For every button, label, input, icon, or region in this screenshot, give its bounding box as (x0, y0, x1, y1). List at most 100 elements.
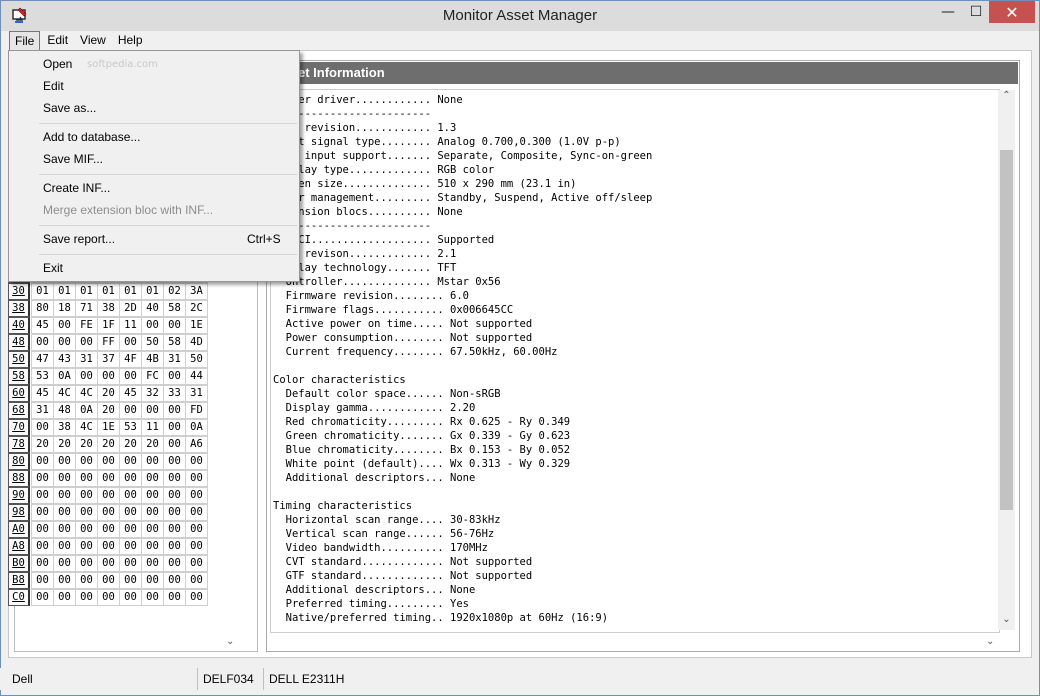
hex-cell[interactable]: 3A (185, 283, 208, 300)
hex-cell[interactable]: 53 (119, 419, 142, 436)
hex-cell[interactable]: 00 (75, 521, 98, 538)
hex-cell[interactable]: 00 (119, 555, 142, 572)
hex-cell[interactable]: 48 (53, 402, 76, 419)
hex-cell[interactable]: 00 (97, 470, 120, 487)
hex-cell[interactable]: 4D (185, 334, 208, 351)
hex-cell[interactable]: 00 (97, 572, 120, 589)
hex-cell[interactable]: 45 (31, 317, 54, 334)
hex-cell[interactable]: 00 (75, 572, 98, 589)
hex-cell[interactable]: 71 (75, 300, 98, 317)
hex-cell[interactable]: 20 (141, 436, 164, 453)
hex-cell[interactable]: 0A (185, 419, 208, 436)
hex-address[interactable]: 98 (8, 504, 30, 521)
hex-cell[interactable]: 00 (75, 470, 98, 487)
hex-cell[interactable]: 00 (141, 453, 164, 470)
hex-cell[interactable]: 00 (163, 504, 186, 521)
hex-cell[interactable]: FD (185, 402, 208, 419)
hex-cell[interactable]: 01 (97, 283, 120, 300)
hex-cell[interactable]: 0A (75, 402, 98, 419)
hex-cell[interactable]: 00 (141, 555, 164, 572)
info-vertical-scrollbar[interactable]: ⌃ ⌄ (998, 90, 1015, 630)
menu-help[interactable]: Help (113, 31, 148, 51)
hex-cell[interactable]: 40 (141, 300, 164, 317)
hex-cell[interactable]: 00 (163, 470, 186, 487)
hex-address[interactable]: 90 (8, 487, 30, 504)
hex-address[interactable]: 88 (8, 470, 30, 487)
scroll-up-icon[interactable]: ⌃ (998, 90, 1015, 106)
hex-cell[interactable]: 00 (31, 538, 54, 555)
hex-cell[interactable]: 00 (31, 572, 54, 589)
hex-cell[interactable]: 01 (31, 283, 54, 300)
hex-cell[interactable]: 00 (97, 538, 120, 555)
hex-cell[interactable]: 00 (163, 538, 186, 555)
hex-cell[interactable]: 80 (31, 300, 54, 317)
hex-cell[interactable]: 00 (185, 504, 208, 521)
hex-cell[interactable]: 00 (163, 589, 186, 606)
menu-item-exit[interactable]: Exit (43, 259, 63, 277)
menu-item-create-inf[interactable]: Create INF... (43, 179, 110, 197)
hex-cell[interactable]: 00 (163, 555, 186, 572)
hex-cell[interactable]: 01 (141, 283, 164, 300)
hex-cell[interactable]: 00 (141, 572, 164, 589)
hex-cell[interactable]: 45 (119, 385, 142, 402)
hex-cell[interactable]: 00 (53, 487, 76, 504)
hex-cell[interactable]: 32 (141, 385, 164, 402)
hex-cell[interactable]: 00 (31, 504, 54, 521)
hex-cell[interactable]: 00 (141, 317, 164, 334)
hex-cell[interactable]: 00 (75, 538, 98, 555)
hex-cell[interactable]: 00 (163, 402, 186, 419)
hex-cell[interactable]: 00 (119, 572, 142, 589)
hex-cell[interactable]: 00 (141, 521, 164, 538)
hex-cell[interactable]: 00 (53, 470, 76, 487)
hex-cell[interactable]: 00 (119, 504, 142, 521)
hex-cell[interactable]: 00 (119, 470, 142, 487)
hex-cell[interactable]: 00 (141, 470, 164, 487)
hex-cell[interactable]: 00 (185, 572, 208, 589)
hex-cell[interactable]: 00 (97, 504, 120, 521)
hex-cell[interactable]: 00 (163, 317, 186, 334)
hex-cell[interactable]: 01 (53, 283, 76, 300)
hex-cell[interactable]: 1E (97, 419, 120, 436)
hex-cell[interactable]: 31 (163, 351, 186, 368)
info-text-area[interactable]: lter driver............ None -----------… (270, 89, 1000, 633)
hex-cell[interactable]: 11 (119, 317, 142, 334)
hex-cell[interactable]: 20 (97, 436, 120, 453)
hex-cell[interactable]: 31 (185, 385, 208, 402)
hex-cell[interactable]: 00 (53, 538, 76, 555)
hex-cell[interactable]: 00 (141, 538, 164, 555)
menu-item-add-to-database[interactable]: Add to database... (43, 128, 140, 146)
hex-cell[interactable]: 00 (97, 368, 120, 385)
hex-cell[interactable]: 00 (31, 334, 54, 351)
hex-address[interactable]: 70 (8, 419, 30, 436)
hex-cell[interactable]: 00 (119, 538, 142, 555)
hex-cell[interactable]: 00 (185, 538, 208, 555)
hex-cell[interactable]: 00 (31, 555, 54, 572)
hex-scroll-down-icon[interactable]: ⌄ (226, 636, 234, 647)
hex-cell[interactable]: 02 (163, 283, 186, 300)
hex-cell[interactable]: 00 (119, 334, 142, 351)
hex-cell[interactable]: 00 (141, 589, 164, 606)
hex-cell[interactable]: 00 (75, 555, 98, 572)
hex-cell[interactable]: 00 (119, 487, 142, 504)
hex-cell[interactable]: 00 (31, 453, 54, 470)
hex-cell[interactable]: 20 (75, 436, 98, 453)
hex-cell[interactable]: 20 (119, 436, 142, 453)
hex-cell[interactable]: 4B (141, 351, 164, 368)
hex-cell[interactable]: 00 (75, 453, 98, 470)
hex-cell[interactable]: A6 (185, 436, 208, 453)
hex-cell[interactable]: 00 (141, 487, 164, 504)
close-button[interactable]: ✕ (989, 1, 1035, 23)
hex-address[interactable]: 58 (8, 368, 30, 385)
hex-cell[interactable]: 01 (119, 283, 142, 300)
hex-cell[interactable]: 00 (163, 419, 186, 436)
hex-cell[interactable]: 2D (119, 300, 142, 317)
menu-item-save-report[interactable]: Save report... (43, 230, 115, 248)
hex-address[interactable]: C0 (8, 589, 30, 606)
hex-cell[interactable]: 00 (53, 555, 76, 572)
scroll-down-icon[interactable]: ⌄ (998, 614, 1015, 630)
hex-cell[interactable]: 38 (53, 419, 76, 436)
hex-cell[interactable]: 1E (185, 317, 208, 334)
hex-cell[interactable]: 00 (75, 368, 98, 385)
hex-cell[interactable]: 00 (163, 572, 186, 589)
hex-cell[interactable]: 33 (163, 385, 186, 402)
